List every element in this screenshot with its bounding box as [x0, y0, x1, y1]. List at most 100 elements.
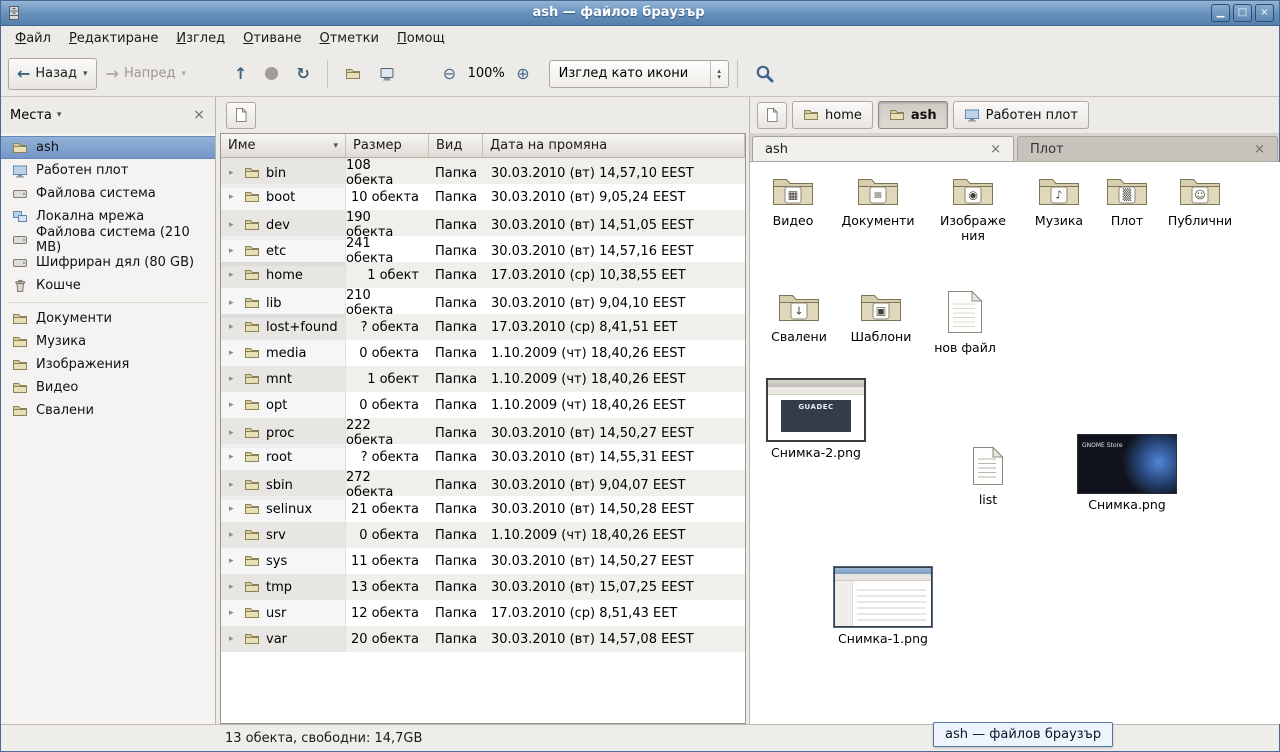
expander-icon[interactable]: ▸ [229, 270, 238, 280]
expander-icon[interactable]: ▸ [229, 480, 238, 490]
column-header-date-modified[interactable]: Дата на промяна [483, 134, 745, 158]
menu-item-help[interactable]: Помощ [388, 28, 454, 49]
icon-folder-templates[interactable]: ▣Шаблони [842, 290, 920, 344]
tab-close-icon[interactable]: × [980, 142, 1001, 157]
tab-plot[interactable]: Плот× [1017, 136, 1278, 161]
home-button[interactable] [336, 58, 370, 90]
expander-icon[interactable]: ▸ [229, 428, 238, 438]
icon-image-snimka-1[interactable]: Снимка-1.png [831, 566, 935, 646]
expander-icon[interactable]: ▸ [229, 298, 238, 308]
column-header-size[interactable]: Размер [346, 134, 429, 158]
tree-row-usr[interactable]: ▸usr12 обектаПапка17.03.2010 (ср) 8,51,4… [221, 600, 745, 626]
tree-row-lib[interactable]: ▸lib210 обектаПапка30.03.2010 (вт) 9,04,… [221, 288, 745, 314]
tree-row-var[interactable]: ▸var20 обектаПапка30.03.2010 (вт) 14,57,… [221, 626, 745, 652]
icon-image-snimka-2[interactable]: GUADECСнимка-2.png [764, 378, 868, 460]
tree-row-selinux[interactable]: ▸selinux21 обектаПапка30.03.2010 (вт) 14… [221, 496, 745, 522]
expander-icon[interactable]: ▸ [229, 168, 238, 178]
icon-image-snimka[interactable]: GNOME StoreСнимка.png [1072, 434, 1182, 512]
edit-location-button[interactable] [757, 102, 787, 129]
column-header-name[interactable]: Име▾ [221, 134, 346, 158]
computer-button[interactable] [370, 58, 404, 90]
expander-icon[interactable]: ▸ [229, 530, 238, 540]
icon-folder-downloads[interactable]: ↓Свалени [760, 290, 838, 344]
tab-close-icon[interactable]: × [1244, 142, 1265, 157]
menu-item-file[interactable]: Файл [6, 28, 60, 49]
breadcrumb-desktop[interactable]: Работен плот [953, 101, 1089, 129]
expander-icon[interactable]: ▸ [229, 374, 238, 384]
breadcrumb-ash[interactable]: ash [878, 101, 948, 129]
zoom-out-button[interactable]: ⊖ [434, 58, 465, 90]
tree-row-home[interactable]: ▸home1 обектПапка17.03.2010 (ср) 10,38,5… [221, 262, 745, 288]
tree-row-srv[interactable]: ▸srv0 обектаПапка1.10.2009 (чт) 18,40,26… [221, 522, 745, 548]
column-header-type[interactable]: Вид [429, 134, 483, 158]
tree-row-media[interactable]: ▸media0 обектаПапка1.10.2009 (чт) 18,40,… [221, 340, 745, 366]
icon-file-new[interactable]: нов файл [926, 290, 1004, 355]
tree-row-mnt[interactable]: ▸mnt1 обектПапка1.10.2009 (чт) 18,40,26 … [221, 366, 745, 392]
zoom-in-button[interactable]: ⊕ [507, 58, 538, 90]
tab-ash[interactable]: ash× [752, 136, 1014, 161]
sidebar-item-music[interactable]: Музика [0, 330, 215, 353]
reload-button[interactable]: ↻ [287, 58, 318, 90]
menu-item-bookmarks[interactable]: Отметки [311, 28, 389, 49]
icon-view[interactable]: ▦Видео≡Документи ◉Изображения♪Музика▒Плот… [750, 162, 1280, 724]
search-button[interactable] [746, 58, 783, 90]
sidebar-item-filesystem[interactable]: Файлова система [0, 182, 215, 205]
sidebar-item-encrypted-80gb[interactable]: Шифриран дял (80 GB) [0, 251, 215, 274]
tree-row-bin[interactable]: ▸bin108 обектаПапка30.03.2010 (вт) 14,57… [221, 158, 745, 184]
expander-icon[interactable]: ▸ [229, 246, 238, 256]
sidebar-item-downloads[interactable]: Свалени [0, 399, 215, 422]
menu-item-view[interactable]: Изглед [167, 28, 234, 49]
icon-folder-desktop[interactable]: ▒Плот [1090, 174, 1164, 228]
sidebar-item-filesystem-210mb[interactable]: Файлова система (210 MB) [0, 228, 215, 251]
close-button[interactable]: × [1255, 4, 1274, 22]
expander-icon[interactable]: ▸ [229, 634, 238, 644]
places-close-icon[interactable]: × [193, 107, 205, 123]
view-mode-selector[interactable]: Изглед като икони ▴▾ [549, 60, 729, 88]
icon-folder-pictures[interactable]: ◉Изображения [936, 174, 1010, 243]
tree-row-dev[interactable]: ▸dev190 обектаПапка30.03.2010 (вт) 14,51… [221, 210, 745, 236]
icon-folder-music[interactable]: ♪Музика [1020, 174, 1098, 228]
tree-row-opt[interactable]: ▸opt0 обектаПапка1.10.2009 (чт) 18,40,26… [221, 392, 745, 418]
icon-folder-documents[interactable]: ≡Документи [836, 174, 920, 228]
breadcrumb-home[interactable]: home [792, 101, 873, 129]
expander-icon[interactable]: ▸ [229, 400, 238, 410]
sidebar-item-ash[interactable]: ash [0, 136, 215, 159]
expander-icon[interactable]: ▸ [229, 556, 238, 566]
tree-row-lost-found[interactable]: ▸lost+found? обектаПапка17.03.2010 (ср) … [221, 314, 745, 340]
location-button[interactable] [226, 102, 256, 129]
icon-file-list[interactable]: list [956, 446, 1020, 507]
back-button[interactable]: ← Назад ▾ [8, 58, 97, 90]
tree-row-root[interactable]: ▸root? обектаПапка30.03.2010 (вт) 14,55,… [221, 444, 745, 470]
expander-icon[interactable]: ▸ [229, 192, 238, 202]
tree-row-sbin[interactable]: ▸sbin272 обектаПапка30.03.2010 (вт) 9,04… [221, 470, 745, 496]
tree-row-etc[interactable]: ▸etc241 обектаПапка30.03.2010 (вт) 14,57… [221, 236, 745, 262]
expander-icon[interactable]: ▸ [229, 608, 238, 618]
places-title[interactable]: Места [10, 108, 52, 123]
expander-icon[interactable]: ▸ [229, 504, 238, 514]
sidebar-item-documents[interactable]: Документи [0, 307, 215, 330]
menu-item-edit[interactable]: Редактиране [60, 28, 167, 49]
sidebar-item-video[interactable]: Видео [0, 376, 215, 399]
icon-folder-public[interactable]: ☺Публични [1160, 174, 1240, 228]
expander-icon[interactable]: ▸ [229, 322, 238, 332]
expander-icon[interactable]: ▸ [229, 582, 238, 592]
up-button[interactable]: ↑ [225, 58, 256, 90]
back-history-dropdown-icon[interactable]: ▾ [83, 69, 88, 79]
places-dropdown-icon[interactable]: ▾ [57, 110, 62, 120]
menu-item-go[interactable]: Отиване [234, 28, 310, 49]
sidebar-item-trash[interactable]: Кошче [0, 274, 215, 297]
expander-icon[interactable]: ▸ [229, 220, 238, 230]
icon-folder-video[interactable]: ▦Видео [754, 174, 832, 228]
sort-indicator-icon[interactable]: ▾ [333, 141, 338, 151]
minimize-button[interactable]: ▁ [1211, 4, 1230, 22]
tree-row-proc[interactable]: ▸proc222 обектаПапка30.03.2010 (вт) 14,5… [221, 418, 745, 444]
titlebar[interactable]: ash — файлов браузър ▁ □ × [0, 0, 1280, 26]
expander-icon[interactable]: ▸ [229, 452, 238, 462]
sidebar-item-desktop[interactable]: Работен плот [0, 159, 215, 182]
expander-icon[interactable]: ▸ [229, 348, 238, 358]
tree-row-sys[interactable]: ▸sys11 обектаПапка30.03.2010 (вт) 14,50,… [221, 548, 745, 574]
stop-button[interactable] [256, 58, 287, 90]
forward-button[interactable]: → Напред ▾ [97, 58, 195, 90]
sidebar-item-pictures[interactable]: Изображения [0, 353, 215, 376]
maximize-button[interactable]: □ [1233, 4, 1252, 22]
